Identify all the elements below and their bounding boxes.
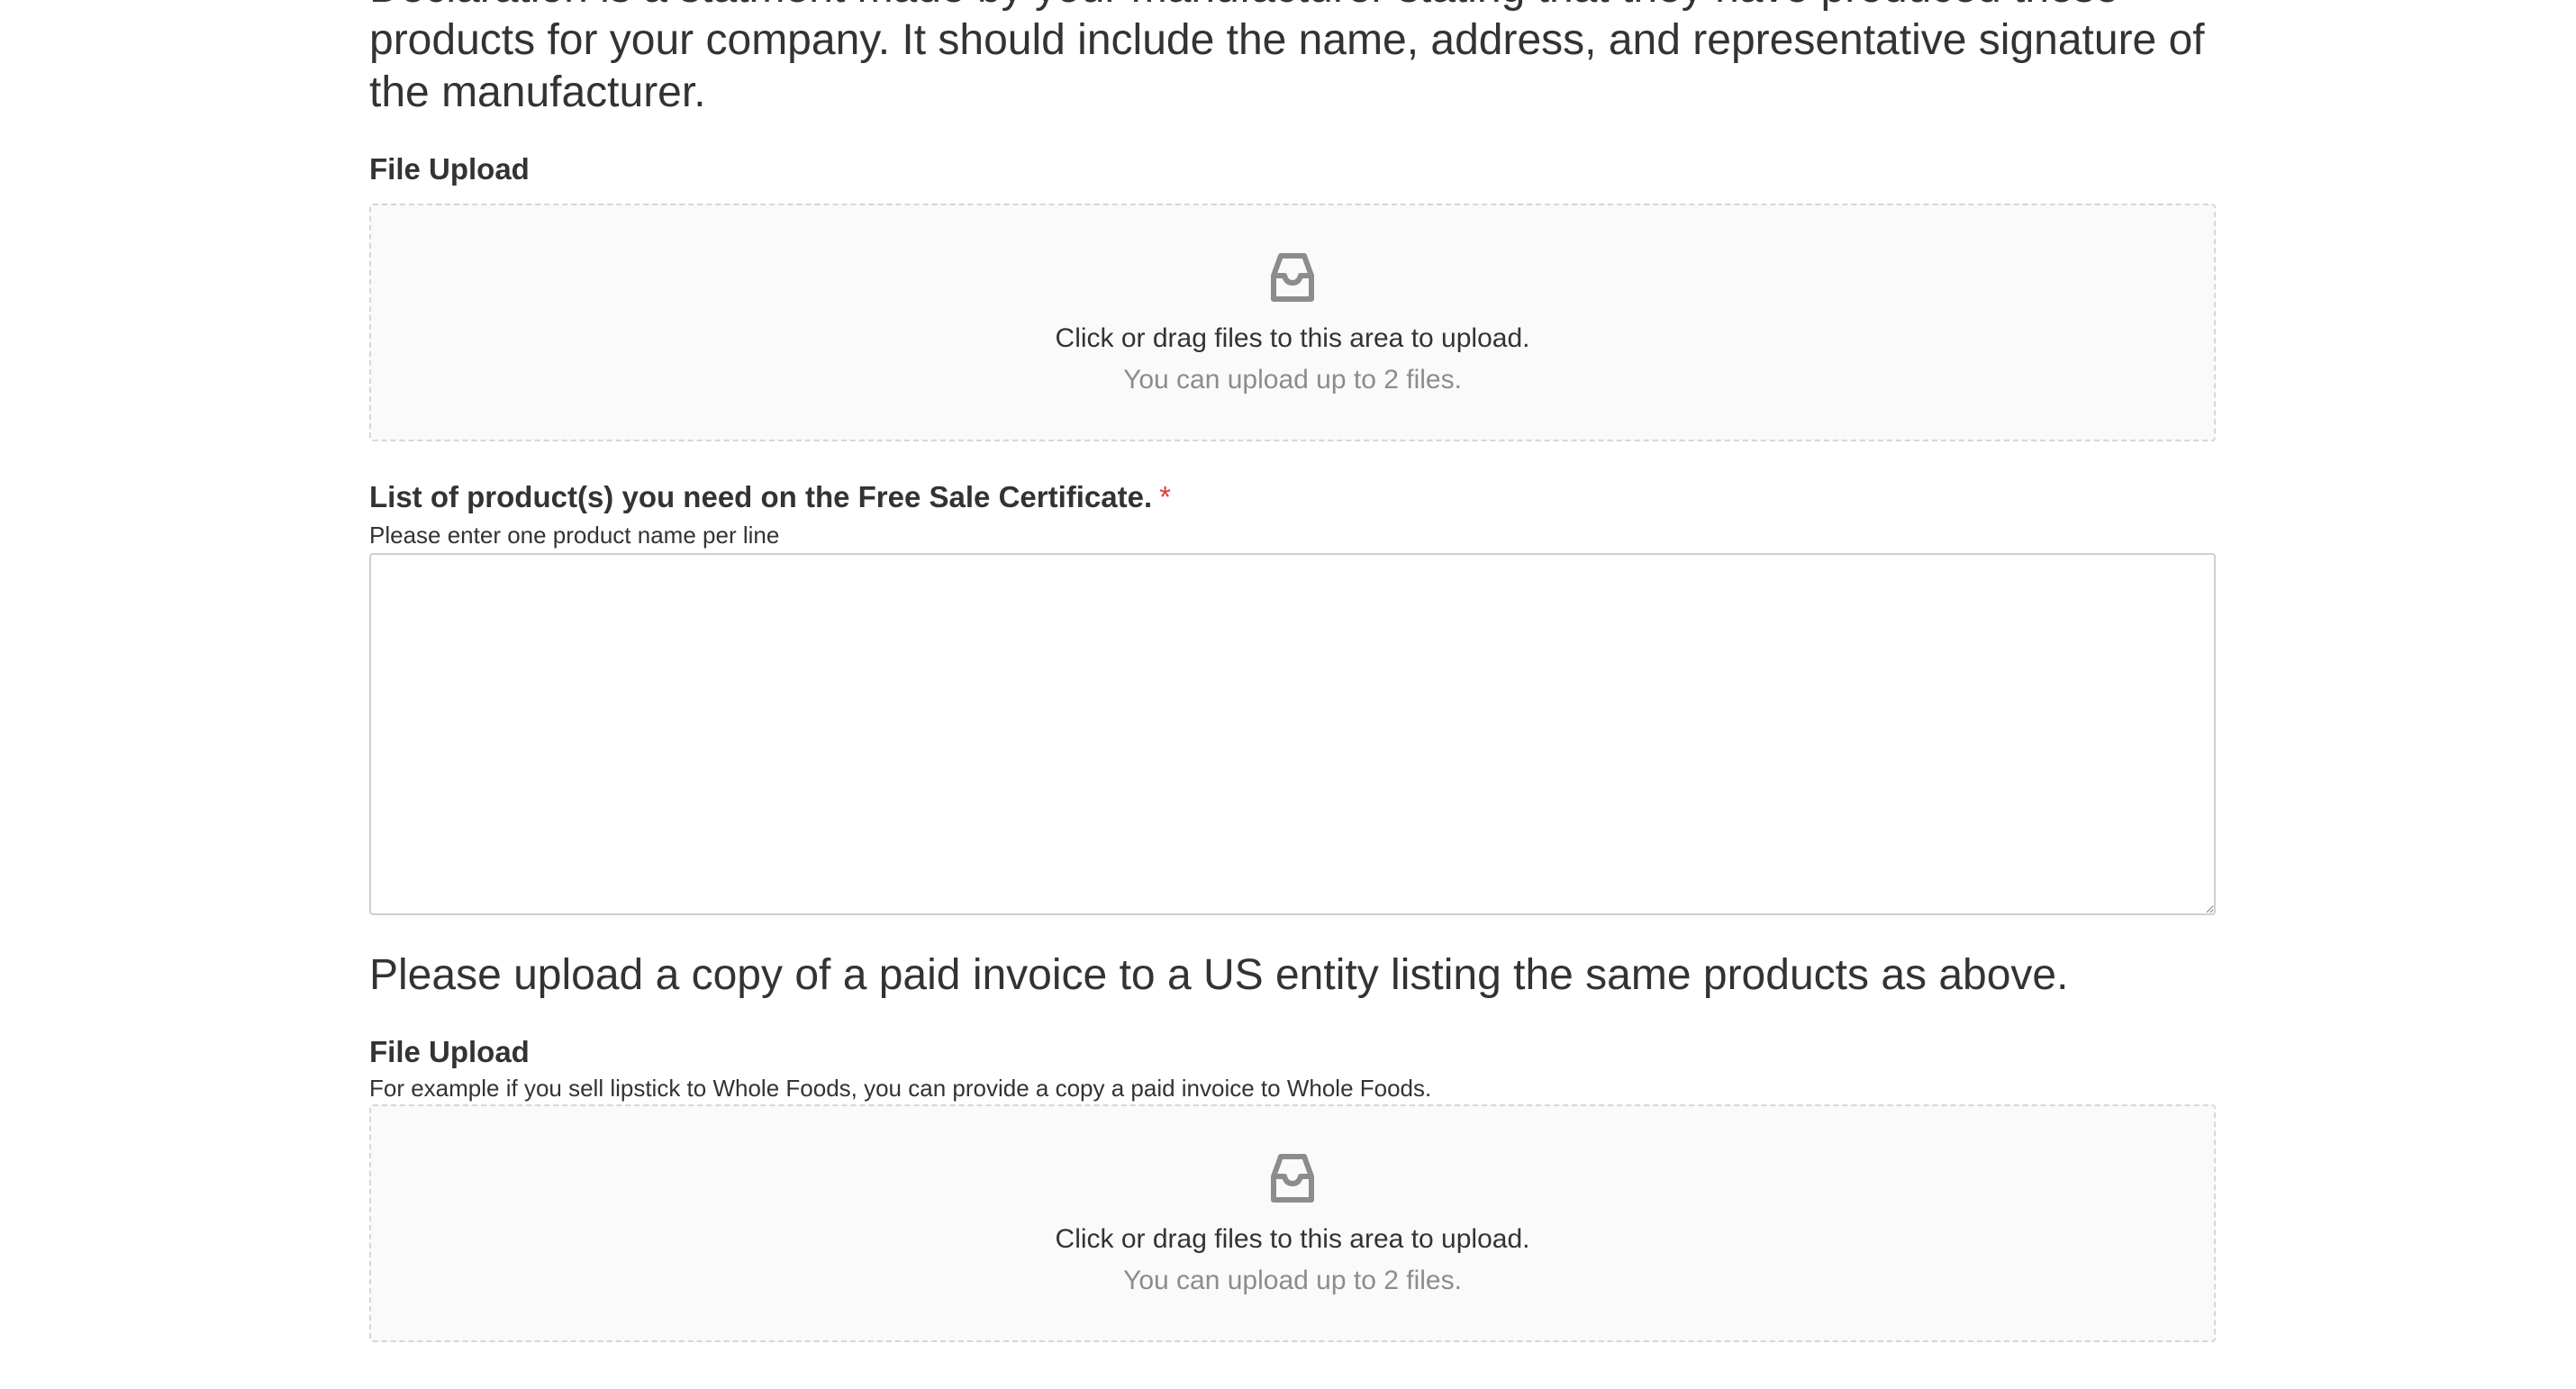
intro-text: Declaration is a statment made by your m… xyxy=(369,0,2216,119)
form-content: Declaration is a statment made by your m… xyxy=(369,0,2216,1342)
intro-line-2: products for your company. It should inc… xyxy=(369,16,2205,64)
intro-line-1: Declaration is a statment made by your m… xyxy=(369,0,2216,14)
inbox-icon xyxy=(1271,253,1314,302)
upload-limit-hint-2: You can upload up to 2 files. xyxy=(1123,1266,1462,1295)
invoice-heading: Please upload a copy of a paid invoice t… xyxy=(369,951,2069,999)
file-upload-dropzone-2[interactable]: Click or drag files to this area to uplo… xyxy=(369,1104,2216,1342)
upload-instruction-1: Click or drag files to this area to uplo… xyxy=(1055,323,1530,353)
upload-help-text-2: For example if you sell lipstick to Whol… xyxy=(369,1075,1432,1102)
products-help-text: Please enter one product name per line xyxy=(369,522,780,549)
products-textarea[interactable] xyxy=(369,553,2216,915)
products-label: List of product(s) you need on the Free … xyxy=(369,479,2216,515)
required-asterisk: * xyxy=(1159,480,1171,513)
products-label-text: List of product(s) you need on the Free … xyxy=(369,480,1153,513)
upload-label-1: File Upload xyxy=(369,152,530,186)
upload-label-2: File Upload xyxy=(369,1035,530,1068)
upload-limit-hint-1: You can upload up to 2 files. xyxy=(1123,365,1462,395)
intro-line-3: the manufacturer. xyxy=(369,68,706,116)
inbox-icon xyxy=(1271,1154,1314,1203)
upload-instruction-2: Click or drag files to this area to uplo… xyxy=(1055,1224,1530,1254)
file-upload-dropzone-1[interactable]: Click or drag files to this area to uplo… xyxy=(369,204,2216,441)
